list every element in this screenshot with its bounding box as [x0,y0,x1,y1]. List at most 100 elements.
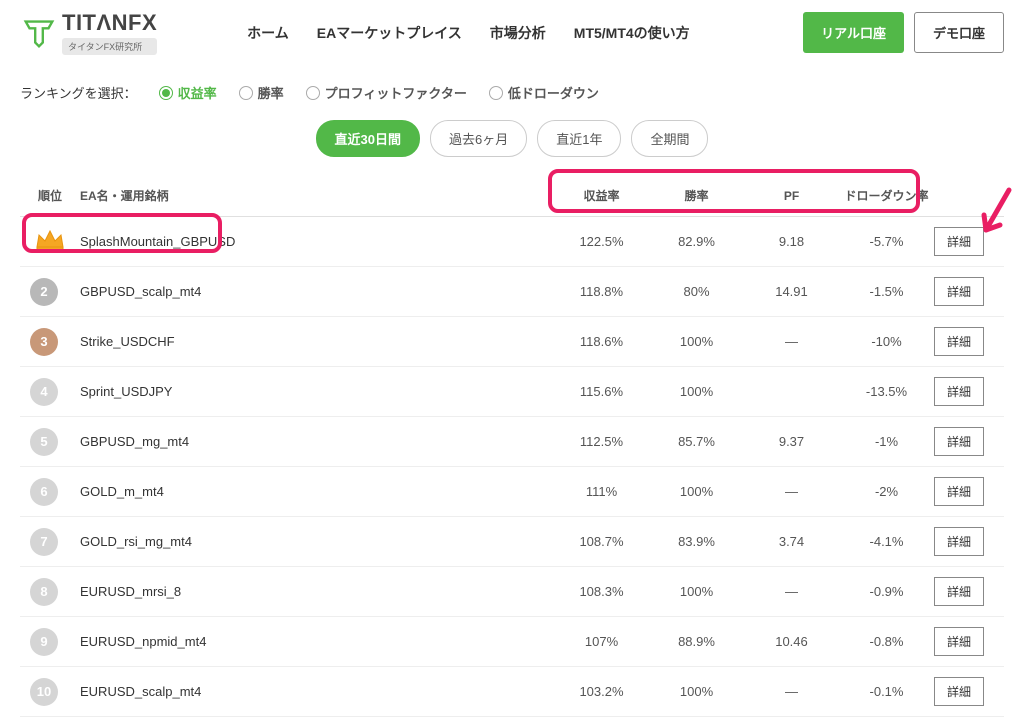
table-row: 5GBPUSD_mg_mt4112.5%85.7%9.37-1%詳細 [20,417,1004,467]
radio-icon [489,86,503,100]
profit-value: 111% [554,484,649,499]
drawdown-value: -10% [839,334,934,349]
ea-name: EURUSD_mrsi_8 [70,584,554,599]
detail-button[interactable]: 詳細 [934,627,984,656]
table-row: 10EURUSD_scalp_mt4103.2%100%—-0.1%詳細 [20,667,1004,717]
radio-pf[interactable]: プロフィットファクター [306,83,467,102]
logo-icon [20,14,58,52]
period-row: 直近30日間 過去6ヶ月 直近1年 全期間 [0,112,1024,175]
logo-text: TITΛNFX [62,10,157,36]
nav-home[interactable]: ホーム [247,23,289,43]
drawdown-value: -4.1% [839,534,934,549]
table-row: 7GOLD_rsi_mg_mt4108.7%83.9%3.74-4.1%詳細 [20,517,1004,567]
radio-icon [159,86,173,100]
drawdown-value: -13.5% [839,384,934,399]
rank-badge: 8 [30,578,58,606]
table-row: 9 EURUSD_npmid_mt4107%88.9%10.46-0.8%詳細 [20,617,1004,667]
ea-name: SplashMountain_GBPUSD [70,234,554,249]
pf-value: 10.46 [744,634,839,649]
rank-cell [30,227,70,256]
profit-value: 108.3% [554,584,649,599]
rank-cell: 9 [30,628,70,656]
detail-button[interactable]: 詳細 [934,277,984,306]
pf-value: — [744,334,839,349]
table-row: 2GBPUSD_scalp_mt4118.8%80%14.91-1.5%詳細 [20,267,1004,317]
winrate-value: 100% [649,384,744,399]
pf-value: 14.91 [744,284,839,299]
drawdown-value: -1% [839,434,934,449]
logo-subtitle: タイタンFX研究所 [62,38,157,55]
crown-icon [34,227,66,253]
radio-label: 勝率 [258,83,284,102]
rank-cell: 3 [30,328,70,356]
ea-name: Sprint_USDJPY [70,384,554,399]
rank-badge: 7 [30,528,58,556]
header-winrate: 勝率 [649,187,744,204]
profit-value: 108.7% [554,534,649,549]
nav: ホーム EAマーケットプレイス 市場分析 MT5/MT4の使い方 [247,23,690,43]
ea-name: EURUSD_npmid_mt4 [70,634,554,649]
rank-cell: 2 [30,278,70,306]
drawdown-value: -1.5% [839,284,934,299]
filter-label: ランキングを選択： [20,83,137,102]
rank-cell: 7 [30,528,70,556]
drawdown-value: -0.8% [839,634,934,649]
profit-value: 103.2% [554,684,649,699]
filter-row: ランキングを選択： 収益率 勝率 プロフィットファクター 低ドローダウン [0,65,1024,112]
profit-value: 118.6% [554,334,649,349]
rank-cell: 5 [30,428,70,456]
winrate-value: 100% [649,584,744,599]
table-row: 8EURUSD_mrsi_8108.3%100%—-0.9%詳細 [20,567,1004,617]
pf-value: 9.18 [744,234,839,249]
period-all[interactable]: 全期間 [631,120,708,157]
table-row: 6GOLD_m_mt4111%100%—-2%詳細 [20,467,1004,517]
real-account-button[interactable]: リアル口座 [803,12,904,53]
winrate-value: 88.9% [649,634,744,649]
winrate-value: 83.9% [649,534,744,549]
period-6months[interactable]: 過去6ヶ月 [430,120,527,157]
rank-cell: 6 [30,478,70,506]
pf-value: — [744,584,839,599]
rank-badge: 2 [30,278,58,306]
drawdown-value: -5.7% [839,234,934,249]
radio-label: 低ドローダウン [508,83,599,102]
period-1year[interactable]: 直近1年 [537,120,621,157]
nav-marketplace[interactable]: EAマーケットプレイス [317,23,462,43]
ea-name: GBPUSD_scalp_mt4 [70,284,554,299]
ranking-table: 順位 EA名・運用銘柄 収益率 勝率 PF ドローダウン率 SplashMoun… [0,175,1024,717]
rank-cell: 8 [30,578,70,606]
header-name: EA名・運用銘柄 [70,187,554,204]
detail-button[interactable]: 詳細 [934,577,984,606]
detail-button[interactable]: 詳細 [934,477,984,506]
header-buttons: リアル口座 デモ口座 [803,12,1004,53]
profit-value: 122.5% [554,234,649,249]
ea-name: GBPUSD_mg_mt4 [70,434,554,449]
table-row: 3Strike_USDCHF118.6%100%—-10%詳細 [20,317,1004,367]
ea-name: EURUSD_scalp_mt4 [70,684,554,699]
radio-label: 収益率 [178,83,217,102]
pf-value: — [744,684,839,699]
radio-drawdown[interactable]: 低ドローダウン [489,83,599,102]
winrate-value: 82.9% [649,234,744,249]
demo-account-button[interactable]: デモ口座 [914,12,1004,53]
header-pf: PF [744,189,839,203]
logo[interactable]: TITΛNFX タイタンFX研究所 [20,10,157,55]
table-header: 順位 EA名・運用銘柄 収益率 勝率 PF ドローダウン率 [20,175,1004,217]
profit-value: 107% [554,634,649,649]
header-drawdown: ドローダウン率 [839,187,934,204]
period-30days[interactable]: 直近30日間 [316,120,420,157]
nav-mt5mt4[interactable]: MT5/MT4の使い方 [574,23,690,43]
ea-name: GOLD_m_mt4 [70,484,554,499]
nav-analysis[interactable]: 市場分析 [490,23,546,43]
detail-button[interactable]: 詳細 [934,677,984,706]
rank-cell: 4 [30,378,70,406]
rank-badge: 9 [30,628,58,656]
winrate-value: 100% [649,684,744,699]
detail-button[interactable]: 詳細 [934,377,984,406]
detail-button[interactable]: 詳細 [934,427,984,456]
detail-button[interactable]: 詳細 [934,327,984,356]
detail-button[interactable]: 詳細 [934,527,984,556]
arrow-icon [974,185,1014,245]
radio-winrate[interactable]: 勝率 [239,83,284,102]
radio-profit[interactable]: 収益率 [159,83,217,102]
